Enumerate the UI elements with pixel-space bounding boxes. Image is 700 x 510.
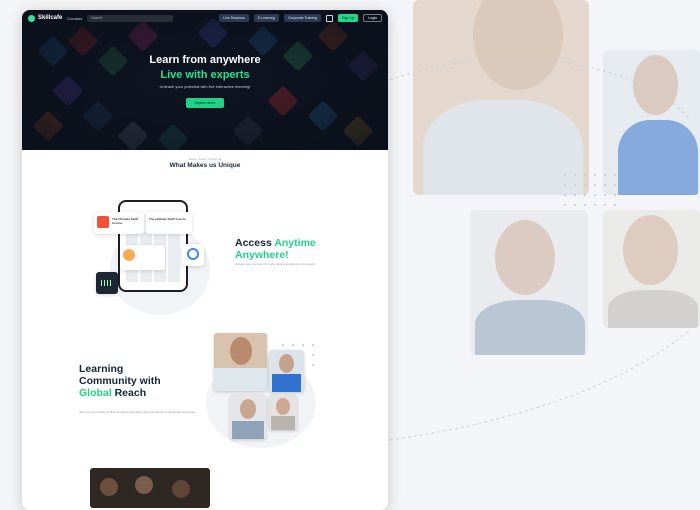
nav-live-sessions-button[interactable]: Live Sessions: [219, 14, 249, 22]
course-card: The ultimate Swift Course: [146, 212, 192, 234]
google-icon: [187, 248, 199, 260]
video-card: [96, 272, 118, 294]
hero-title: Learn from anywhere: [149, 54, 261, 66]
hero-section: Skillcafe Courses Search Live Sessions E…: [22, 10, 388, 150]
access-anytime-description: Access your courses from any device anyw…: [235, 262, 315, 266]
community-photo-man: [269, 395, 297, 430]
community-photo-man-glasses: [230, 395, 266, 439]
hero-text: Learn from anywhere Live with experts Un…: [22, 54, 388, 109]
breadcrumb: Home / Learn / About us: [188, 157, 222, 161]
logo-mark-icon: [28, 14, 35, 22]
community-photo-woman: [269, 350, 304, 392]
cart-icon[interactable]: [325, 14, 333, 22]
hero-tagline: Unleash your potential with live interac…: [159, 84, 251, 89]
nav-elearning-button[interactable]: E-Learning: [253, 14, 279, 22]
community-photo-student: [214, 333, 267, 391]
google-logo-card: [182, 244, 204, 266]
website-page-preview: Skillcafe Courses Search Live Sessions E…: [22, 10, 388, 510]
nav-courses-menu[interactable]: Courses: [67, 16, 82, 21]
waveform-icon: [101, 280, 113, 286]
hero-subtitle: Live with experts: [160, 69, 250, 81]
learning-community-heading: Learning Community with Global Reach: [79, 363, 161, 399]
top-navbar: Skillcafe Courses Search Live Sessions E…: [22, 10, 388, 26]
avatar: [123, 249, 135, 261]
signup-button[interactable]: Sign Up: [337, 14, 359, 22]
learning-community-description: Join our Community of diverse learners w…: [79, 410, 196, 414]
logo[interactable]: Skillcafe: [28, 14, 62, 22]
explore-more-button[interactable]: Explore More: [185, 98, 225, 108]
swift-logo-icon: [97, 216, 109, 228]
course-card: The Ultimate Swift Course: [94, 212, 144, 234]
instructor-card: [120, 245, 165, 270]
classroom-photo: [90, 468, 210, 508]
access-anytime-heading: Access Anytime Anywhere!: [235, 237, 316, 261]
nav-corporate-training-button[interactable]: Corporate Training: [283, 14, 321, 22]
background-dashed-curve: [389, 58, 691, 441]
login-button[interactable]: Login: [363, 14, 382, 22]
section-title-unique: What Makes us Unique: [169, 162, 241, 169]
search-input[interactable]: Search: [87, 14, 174, 22]
